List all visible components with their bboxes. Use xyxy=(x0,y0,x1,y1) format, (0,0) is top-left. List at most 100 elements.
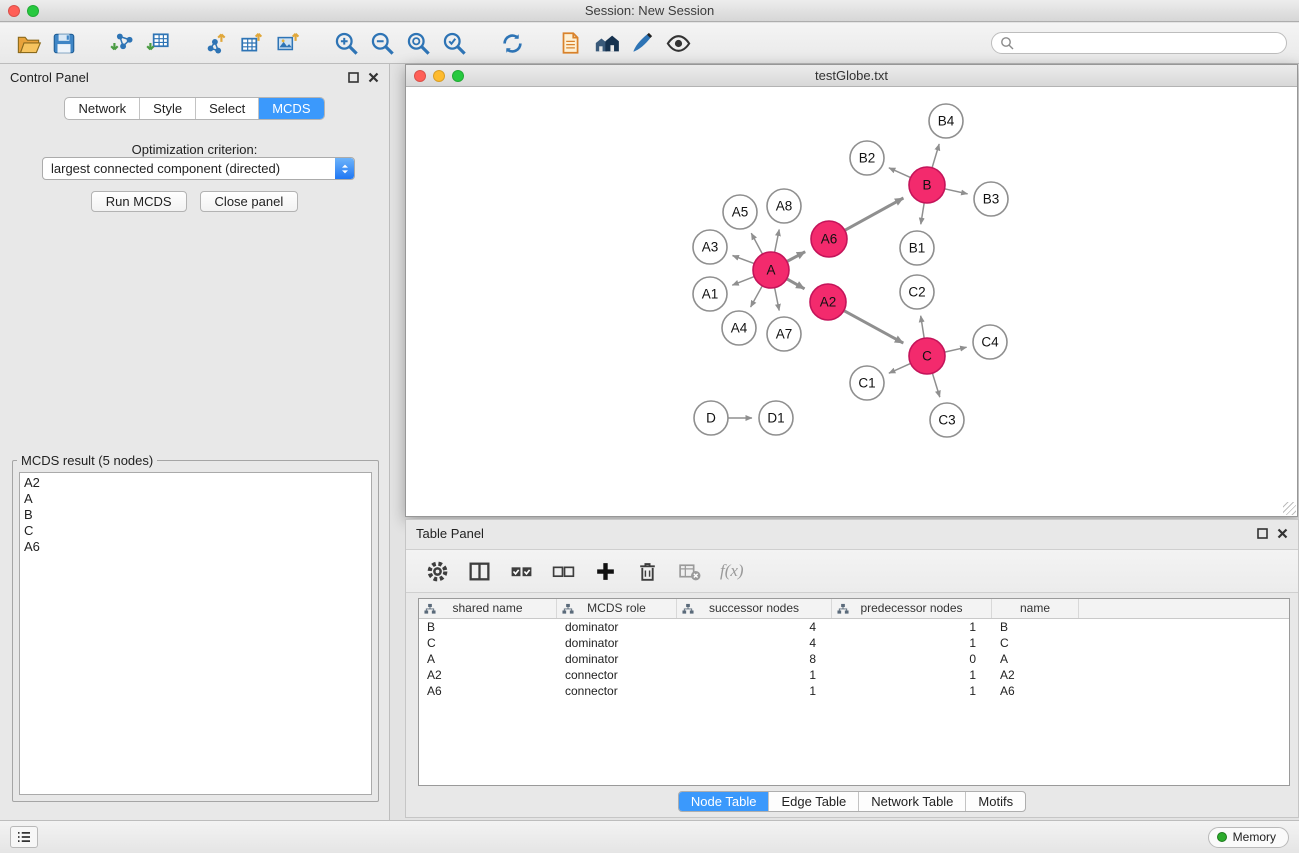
graph-node-D[interactable]: D xyxy=(694,401,728,435)
graph-edge-B-B4[interactable] xyxy=(932,144,939,168)
graph-edge-A6-B[interactable] xyxy=(845,198,904,230)
graph-node-C2[interactable]: C2 xyxy=(900,275,934,309)
graph-edge-A2-C[interactable] xyxy=(844,311,904,344)
zoom-fit-button[interactable] xyxy=(400,26,436,60)
table-cell[interactable]: A xyxy=(419,651,557,667)
table-row[interactable]: A2connector11A2 xyxy=(419,667,1289,683)
network-close-button[interactable] xyxy=(414,70,426,82)
graph-node-B2[interactable]: B2 xyxy=(850,141,884,175)
close-panel-icon[interactable] xyxy=(1277,528,1288,539)
table-cell[interactable]: dominator xyxy=(557,651,677,667)
graph-node-C3[interactable]: C3 xyxy=(930,403,964,437)
export-image-button[interactable] xyxy=(270,26,306,60)
graph-edge-A-A7[interactable] xyxy=(775,288,780,311)
graph-node-C[interactable]: C xyxy=(909,338,945,374)
table-row[interactable]: Adominator80A xyxy=(419,651,1289,667)
import-network-button[interactable] xyxy=(104,26,140,60)
graph-node-C4[interactable]: C4 xyxy=(973,325,1007,359)
graph-node-A7[interactable]: A7 xyxy=(767,317,801,351)
result-item[interactable]: A2 xyxy=(24,475,367,491)
delete-row-button[interactable] xyxy=(632,556,662,586)
refresh-layout-button[interactable] xyxy=(494,26,530,60)
graph-edge-B-B2[interactable] xyxy=(889,168,911,178)
table-cell[interactable]: B xyxy=(992,619,1079,635)
select-all-button[interactable] xyxy=(506,556,536,586)
table-cell[interactable]: C xyxy=(992,635,1079,651)
table-cell[interactable]: connector xyxy=(557,667,677,683)
table-cell[interactable]: 1 xyxy=(832,683,992,699)
graph-node-D1[interactable]: D1 xyxy=(759,401,793,435)
tab-network[interactable]: Network xyxy=(65,98,140,119)
zoom-selected-button[interactable] xyxy=(436,26,472,60)
search-input[interactable] xyxy=(1018,36,1278,50)
tab-node-table[interactable]: Node Table xyxy=(679,792,770,811)
close-panel-button[interactable]: Close panel xyxy=(200,191,299,212)
table-cell[interactable]: dominator xyxy=(557,619,677,635)
graph-node-A1[interactable]: A1 xyxy=(693,277,727,311)
zoom-window-button[interactable] xyxy=(27,5,39,17)
style-pen-button[interactable] xyxy=(624,26,660,60)
close-panel-icon[interactable] xyxy=(368,72,379,83)
result-item[interactable]: A6 xyxy=(24,539,367,555)
table-cell[interactable]: 4 xyxy=(677,619,832,635)
table-cell[interactable]: B xyxy=(419,619,557,635)
table-row[interactable]: A6connector11A6 xyxy=(419,683,1289,699)
tab-select[interactable]: Select xyxy=(196,98,259,119)
table-cell[interactable]: 0 xyxy=(832,651,992,667)
table-cell[interactable]: A2 xyxy=(419,667,557,683)
export-table-button[interactable] xyxy=(234,26,270,60)
close-window-button[interactable] xyxy=(8,5,20,17)
table-cell[interactable]: A6 xyxy=(419,683,557,699)
table-cell[interactable]: 4 xyxy=(677,635,832,651)
tab-mcds[interactable]: MCDS xyxy=(259,98,323,119)
graph-edge-C-C2[interactable] xyxy=(921,316,925,339)
table-settings-button[interactable] xyxy=(422,556,452,586)
result-item[interactable]: B xyxy=(24,507,367,523)
network-minimize-button[interactable] xyxy=(433,70,445,82)
graph-edge-A-A3[interactable] xyxy=(733,256,755,264)
table-cell[interactable]: 1 xyxy=(832,619,992,635)
column-header-shared-name[interactable]: shared name xyxy=(419,599,557,618)
graph-edge-A-A2[interactable] xyxy=(787,279,805,289)
panel-menu-button[interactable] xyxy=(10,826,38,848)
graph-node-A4[interactable]: A4 xyxy=(722,311,756,345)
float-panel-icon[interactable] xyxy=(1257,528,1268,539)
optimization-criterion-dropdown[interactable]: largest connected component (directed) xyxy=(42,157,355,180)
run-mcds-button[interactable]: Run MCDS xyxy=(91,191,187,212)
graph-node-A6[interactable]: A6 xyxy=(811,221,847,257)
add-row-button[interactable] xyxy=(590,556,620,586)
table-cell[interactable]: A xyxy=(992,651,1079,667)
graph-edge-A-A6[interactable] xyxy=(787,252,805,262)
table-cell[interactable]: connector xyxy=(557,683,677,699)
open-file-button[interactable] xyxy=(10,26,46,60)
import-table-button[interactable] xyxy=(140,26,176,60)
tab-style[interactable]: Style xyxy=(140,98,196,119)
table-cell[interactable]: A2 xyxy=(992,667,1079,683)
tab-edge-table[interactable]: Edge Table xyxy=(769,792,859,811)
network-graph[interactable]: AA6A2BCA1A3A4A5A7A8B1B2B3B4C1C2C3C4DD1 xyxy=(406,87,1297,516)
graph-node-C1[interactable]: C1 xyxy=(850,366,884,400)
graph-edge-A-A8[interactable] xyxy=(775,230,780,253)
graph-edge-B-B3[interactable] xyxy=(945,189,968,194)
network-zoom-button[interactable] xyxy=(452,70,464,82)
column-header-successor-nodes[interactable]: successor nodes xyxy=(677,599,832,618)
result-item[interactable]: C xyxy=(24,523,367,539)
tab-network-table[interactable]: Network Table xyxy=(859,792,966,811)
table-row[interactable]: Cdominator41C xyxy=(419,635,1289,651)
float-panel-icon[interactable] xyxy=(348,72,359,83)
result-item[interactable]: A xyxy=(24,491,367,507)
table-cell[interactable]: A6 xyxy=(992,683,1079,699)
tab-motifs[interactable]: Motifs xyxy=(966,792,1025,811)
column-header-name[interactable]: name xyxy=(992,599,1079,618)
graph-edge-C-C4[interactable] xyxy=(945,347,967,352)
table-cell[interactable]: 1 xyxy=(832,635,992,651)
graph-node-A2[interactable]: A2 xyxy=(810,284,846,320)
save-session-button[interactable] xyxy=(46,26,82,60)
graph-node-B[interactable]: B xyxy=(909,167,945,203)
function-builder-icon[interactable]: f(x) xyxy=(716,561,744,581)
graph-node-A[interactable]: A xyxy=(753,252,789,288)
graph-node-A3[interactable]: A3 xyxy=(693,230,727,264)
table-row[interactable]: Bdominator41B xyxy=(419,619,1289,635)
show-columns-button[interactable] xyxy=(464,556,494,586)
memory-button[interactable]: Memory xyxy=(1208,827,1289,848)
